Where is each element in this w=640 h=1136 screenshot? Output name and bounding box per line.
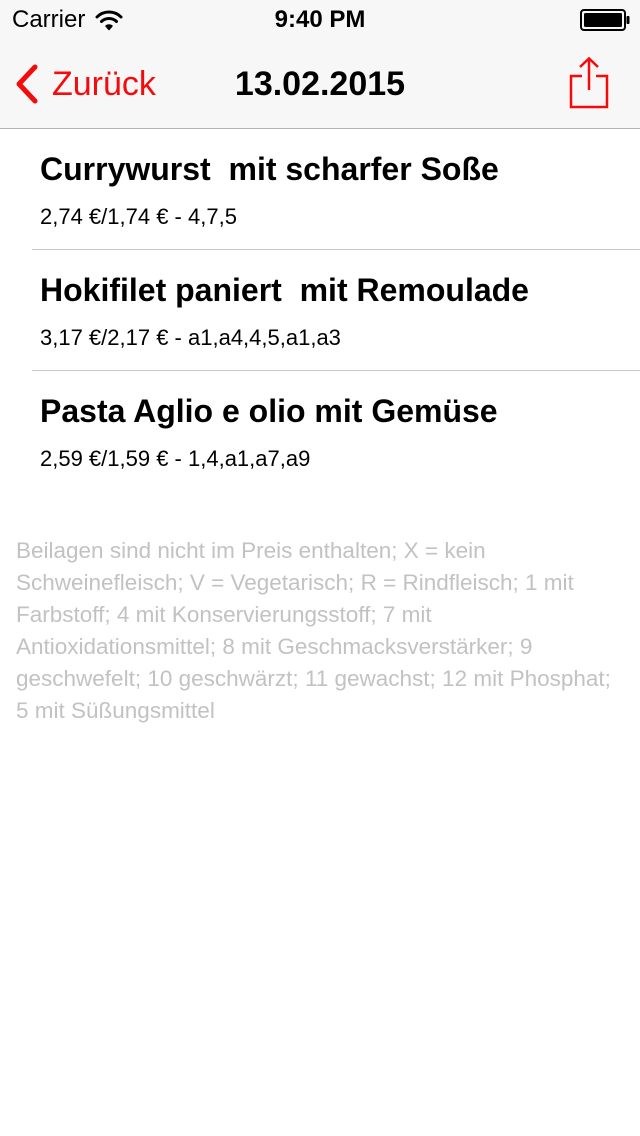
menu-list: Currywurst mit scharfer Soße 2,74 €/1,74… xyxy=(0,129,640,491)
status-bar: Carrier 9:40 PM xyxy=(0,0,640,40)
list-item[interactable]: Pasta Aglio e olio mit Gemüse 2,59 €/1,5… xyxy=(32,371,640,491)
menu-item-subtitle: 3,17 €/2,17 € - a1,a4,4,5,a1,a3 xyxy=(40,325,341,350)
navigation-bar: Zurück 13.02.2015 xyxy=(0,40,640,129)
menu-item-title: Currywurst mit scharfer Soße xyxy=(40,151,499,187)
menu-item-subtitle: 2,59 €/1,59 € - 1,4,a1,a7,a9 xyxy=(40,446,311,471)
page-title-text: 13.02.2015 xyxy=(234,65,406,103)
share-icon[interactable] xyxy=(568,56,610,110)
status-time: 9:40 PM xyxy=(274,6,366,33)
list-item[interactable]: Hokifilet paniert mit Remoulade 3,17 €/2… xyxy=(32,250,640,371)
menu-item-subtitle: 2,74 €/1,74 € - 4,7,5 xyxy=(40,204,237,229)
menu-item-title: Hokifilet paniert mit Remoulade xyxy=(40,272,529,308)
menu-item-title: Pasta Aglio e olio mit Gemüse xyxy=(40,393,498,429)
page-title: 13.02.2015 xyxy=(0,64,640,104)
battery-icon xyxy=(580,9,630,31)
list-item[interactable]: Currywurst mit scharfer Soße 2,74 €/1,74… xyxy=(32,129,640,250)
additives-legend: Beilagen sind nicht im Preis enthalten; … xyxy=(16,538,611,723)
